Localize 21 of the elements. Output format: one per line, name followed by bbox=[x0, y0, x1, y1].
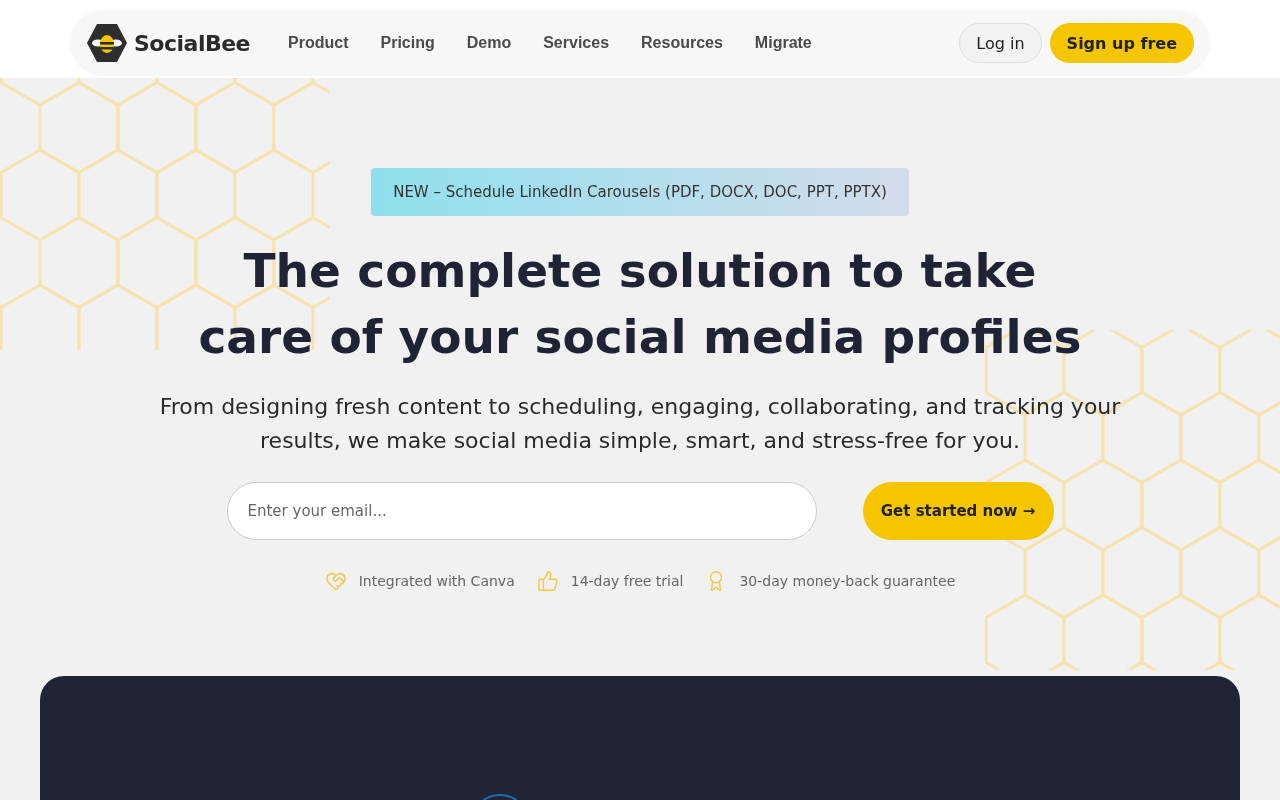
hero-heading: The complete solution to take bbox=[242, 242, 1038, 300]
get-started-button[interactable]: Get started now → bbox=[862, 482, 1054, 540]
announcement-banner[interactable]: NEW – Schedule LinkedIn Carousels (PDF, DOCX, DOC, PPT, PPTX) bbox=[371, 168, 909, 216]
hero-heading: care of your social media profiles bbox=[198, 308, 1082, 366]
bee-logo-icon bbox=[86, 23, 128, 63]
nav-link[interactable]: Product bbox=[288, 34, 349, 52]
signup-button[interactable]: Sign up free bbox=[1049, 23, 1194, 63]
nav-link[interactable]: Services bbox=[543, 34, 610, 52]
hero-subtitle: From designing fresh content to scheduling, engaging, collaborating, and tracking your results, we make social media simple, smart, and stress-free for you. bbox=[158, 393, 1122, 455]
nav-link[interactable]: Demo bbox=[466, 34, 512, 52]
email-field[interactable]: Enter your email... bbox=[226, 482, 817, 540]
thumbs-up-icon bbox=[536, 570, 559, 592]
nav-link[interactable]: Resources bbox=[641, 34, 723, 52]
heart-handshake-icon bbox=[324, 570, 347, 592]
feature-label: 30-day money-back guarantee bbox=[739, 573, 956, 589]
login-button[interactable]: Log in bbox=[959, 23, 1042, 63]
brand-name: SocialBee bbox=[134, 30, 251, 56]
nav-link[interactable]: Migrate bbox=[754, 34, 812, 52]
feature-label: Integrated with Canva bbox=[358, 573, 515, 589]
feature-label: 14-day free trial bbox=[570, 573, 684, 589]
nav-link[interactable]: Pricing bbox=[380, 34, 435, 52]
